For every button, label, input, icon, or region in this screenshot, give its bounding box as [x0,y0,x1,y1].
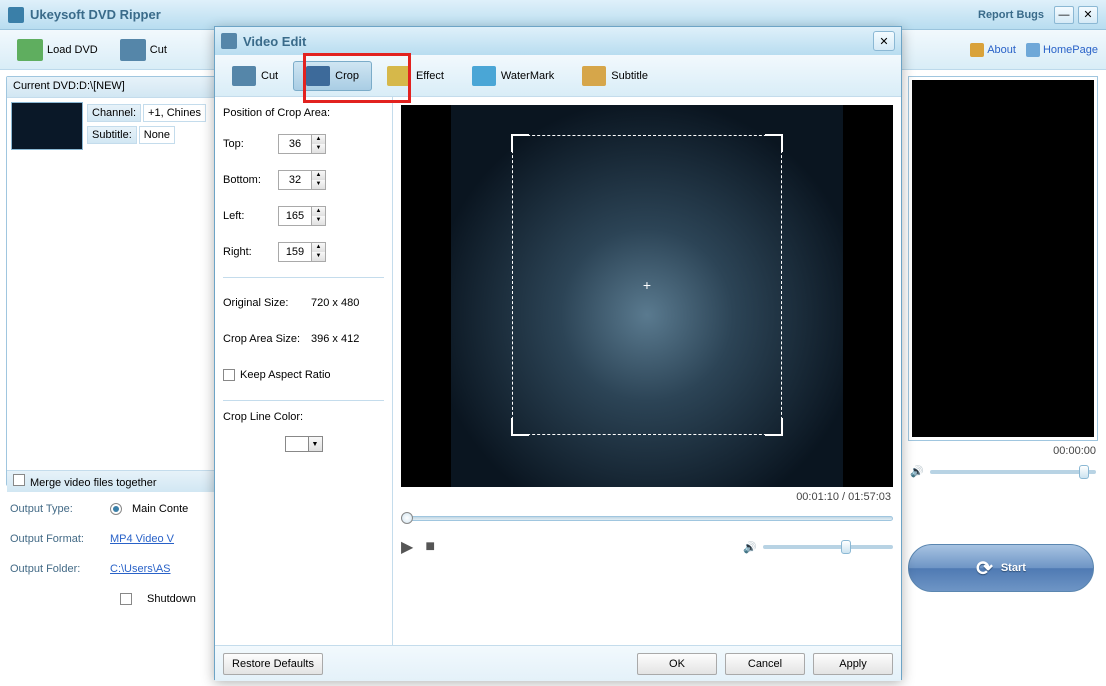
restore-defaults-button[interactable]: Restore Defaults [223,653,323,675]
film-cut-icon [120,39,146,61]
cancel-button[interactable]: Cancel [725,653,805,675]
bottom-label: Bottom: [223,174,278,186]
crop-handle-tr[interactable] [765,134,783,152]
load-dvd-button[interactable]: Load DVD [8,34,107,66]
crop-settings-panel: Position of Crop Area: Top:36▲▼ Bottom:3… [215,97,393,645]
preview-panel [908,76,1098,441]
shutdown-checkbox[interactable] [120,593,132,605]
tab-cut[interactable]: Cut [219,61,291,91]
crop-color-swatch[interactable] [285,436,309,452]
film-icon [221,33,237,49]
home-icon [1026,43,1040,57]
right-spinner[interactable]: 159▲▼ [278,242,326,262]
effect-icon [387,66,411,86]
subtitle-icon [582,66,606,86]
crop-size-value: 396 x 412 [311,333,359,345]
dvd-thumbnail [11,102,83,150]
top-label: Top: [223,138,278,150]
left-spinner[interactable]: 165▲▼ [278,206,326,226]
original-size-label: Original Size: [223,297,311,309]
apply-button[interactable]: Apply [813,653,893,675]
crop-size-label: Crop Area Size: [223,333,311,345]
app-title: Ukeysoft DVD Ripper [30,7,161,22]
output-type-radio[interactable] [110,503,122,515]
keep-aspect-checkbox[interactable] [223,369,235,381]
channel-label: Channel: [87,104,141,122]
top-spinner[interactable]: 36▲▼ [278,134,326,154]
position-heading: Position of Crop Area: [223,107,384,119]
report-bugs-link[interactable]: Report Bugs [978,9,1044,21]
output-format-select[interactable]: MP4 Video V [110,533,174,545]
dvd-icon [17,39,43,61]
tab-effect[interactable]: Effect [374,61,457,91]
output-folder-label: Output Folder: [10,563,100,575]
original-size-value: 720 x 480 [311,297,359,309]
crop-center-cross: + [643,277,651,293]
speaker-icon[interactable]: 🔊 [910,465,924,478]
crop-handle-tl[interactable] [511,134,529,152]
crop-icon [306,66,330,86]
crop-rectangle[interactable]: + [512,135,782,435]
dialog-close-button[interactable]: ✕ [873,31,895,51]
crop-handle-br[interactable] [765,418,783,436]
start-button[interactable]: ⟳Start [908,544,1094,592]
watermark-icon [472,66,496,86]
video-edit-dialog: Video Edit ✕ Cut Crop Effect WaterMark S… [214,26,902,680]
about-link[interactable]: About [970,43,1016,57]
bottom-spinner[interactable]: 32▲▼ [278,170,326,190]
crop-color-label: Crop Line Color: [223,411,384,423]
tab-watermark[interactable]: WaterMark [459,61,567,91]
crop-color-dropdown[interactable]: ▼ [309,436,323,452]
subtitle-select[interactable]: None [139,126,175,144]
cut-button[interactable]: Cut [111,34,176,66]
ok-button[interactable]: OK [637,653,717,675]
seek-slider[interactable] [401,511,893,527]
channel-select[interactable]: +1, Chines [143,104,206,122]
play-button[interactable]: ▶ [401,537,413,557]
dialog-titlebar: Video Edit ✕ [215,27,901,55]
edit-volume-slider[interactable] [763,545,893,549]
output-format-label: Output Format: [10,533,100,545]
preview-time: 00:00:00 [908,441,1098,461]
crop-preview[interactable]: + [401,105,893,487]
preview-video [912,80,1094,437]
output-type-label: Output Type: [10,503,100,515]
homepage-link[interactable]: HomePage [1026,43,1098,57]
right-label: Right: [223,246,278,258]
dialog-title: Video Edit [243,34,306,49]
volume-slider[interactable] [930,470,1096,474]
left-label: Left: [223,210,278,222]
star-icon [970,43,984,57]
subtitle-label: Subtitle: [87,126,137,144]
tab-crop[interactable]: Crop [293,61,372,91]
crop-handle-bl[interactable] [511,418,529,436]
edit-tabs: Cut Crop Effect WaterMark Subtitle [215,55,901,97]
refresh-icon: ⟳ [976,556,993,581]
merge-checkbox[interactable] [13,474,25,486]
close-button[interactable]: ✕ [1078,6,1098,24]
app-logo-icon [8,7,24,23]
cut-icon [232,66,256,86]
edit-time: 00:01:10 / 01:57:03 [401,487,893,507]
minimize-button[interactable]: — [1054,6,1074,24]
tab-subtitle[interactable]: Subtitle [569,61,661,91]
speaker-icon[interactable]: 🔊 [743,541,757,554]
stop-button[interactable]: ■ [425,538,435,556]
output-folder-field[interactable]: C:\Users\AS [110,563,171,575]
